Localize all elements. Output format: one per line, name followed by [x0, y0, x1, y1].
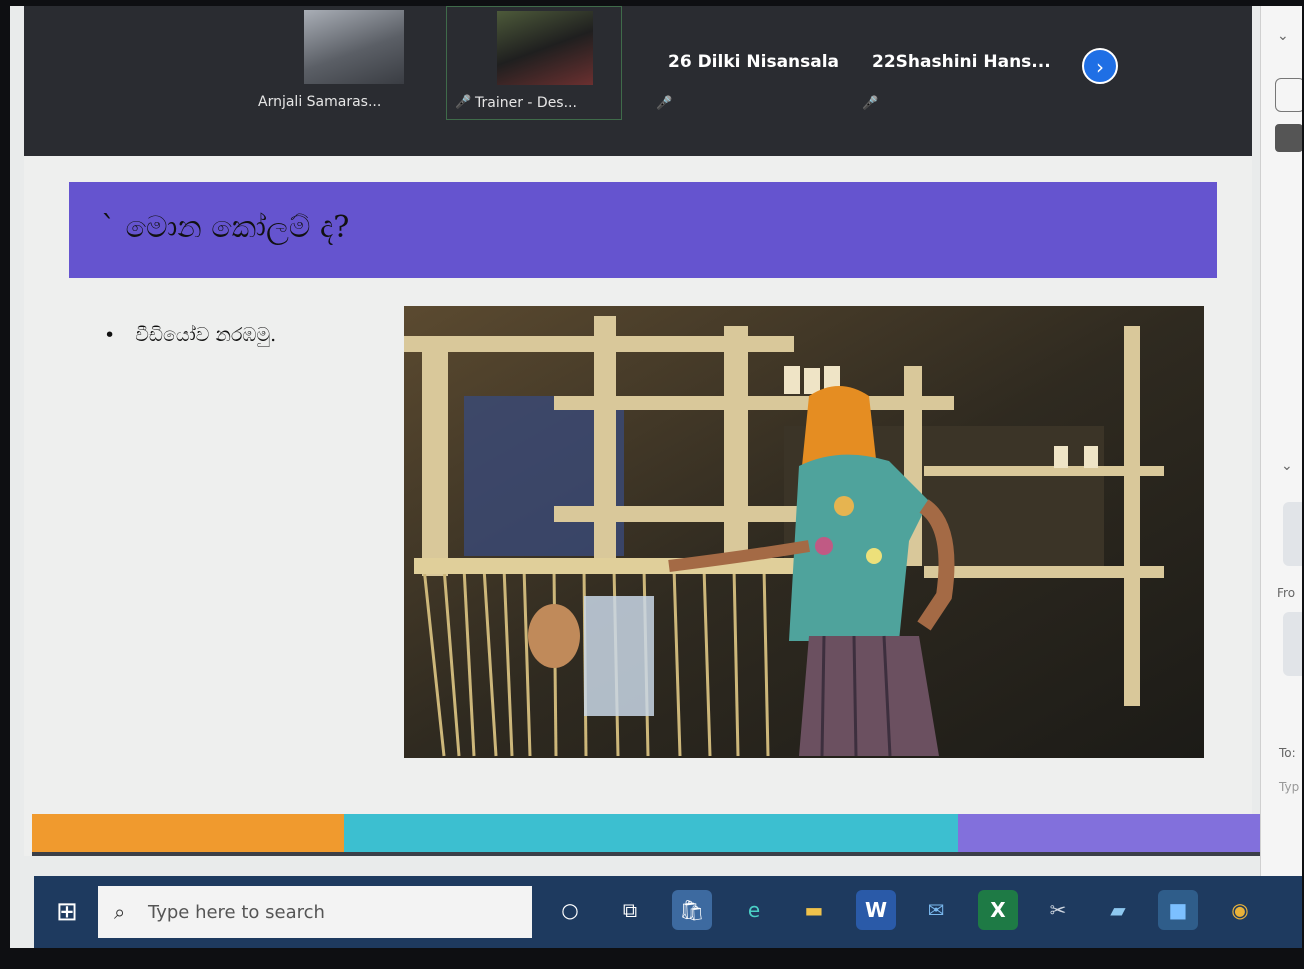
participant-name: Arnjali Samaras...: [258, 94, 382, 110]
windows-start-icon[interactable]: ⊞: [56, 898, 84, 926]
chevron-right-icon: ›: [1096, 55, 1104, 79]
mail-icon[interactable]: ✉: [916, 890, 956, 930]
taskbar-search-box[interactable]: ⌕ Type here to search: [98, 886, 532, 938]
participant-tile[interactable]: 22Shashini Hans... 🎤: [858, 6, 1051, 118]
snipping-tool-icon[interactable]: ✂: [1038, 890, 1078, 930]
muted-mic-icon: 🎤: [455, 95, 472, 110]
excel-icon[interactable]: X: [978, 890, 1018, 930]
participant-tile[interactable]: 🎤 Trainer - Des...: [446, 6, 622, 120]
slide-bullet: වීඩියෝව නරඹමු.: [104, 324, 276, 346]
zoom-icon[interactable]: ■: [1158, 890, 1198, 930]
orange-bar: [32, 814, 344, 852]
chevron-down-icon[interactable]: ⌄: [1281, 458, 1293, 474]
chat-bubble: [1283, 612, 1302, 676]
slide-title-banner: ` මොන කෝලම් ද?: [69, 182, 1217, 278]
search-icon: ⌕: [114, 900, 126, 924]
task-view-icon[interactable]: ⧉: [610, 890, 650, 930]
weaving-photo-illustration: [404, 306, 1204, 758]
next-participants-button[interactable]: ›: [1082, 48, 1118, 84]
slide-bottom-edge: [32, 852, 1260, 856]
chrome-icon[interactable]: ◉: [1220, 890, 1260, 930]
participant-video: [304, 10, 404, 84]
participant-name: Trainer - Des...: [475, 95, 577, 111]
chat-panel: ⌄ ⌄ Fro To: Typ: [1260, 6, 1302, 876]
windows-taskbar: ⊞ ⌕ Type here to search ○ ⧉ 🛍 e ▬ W ✉ X …: [34, 876, 1302, 948]
from-label: Fro: [1277, 586, 1296, 600]
cortana-circle-icon[interactable]: ○: [550, 890, 590, 930]
participant-strip: Arnjali Samaras... 🎤 Trainer - Des... 26…: [24, 6, 1252, 156]
app-icon[interactable]: ▰: [1098, 890, 1138, 930]
participant-name: 22Shashini Hans...: [872, 52, 1051, 72]
muted-mic-icon: 🎤: [656, 96, 673, 111]
search-placeholder: Type here to search: [148, 902, 325, 923]
participant-name: 26 Dilki Nisansala: [668, 52, 840, 72]
participant-tile[interactable]: Arnjali Samaras...: [258, 6, 406, 118]
chevron-down-icon[interactable]: ⌄: [1277, 28, 1289, 44]
muted-mic-icon: 🎤: [862, 96, 879, 111]
shared-slide: ` මොන කෝලම් ද? වීඩියෝව නරඹමු.: [24, 156, 1260, 856]
edge-icon[interactable]: e: [734, 890, 774, 930]
search-icon[interactable]: [1275, 78, 1302, 112]
chat-bubble: [1283, 502, 1302, 566]
microsoft-store-icon[interactable]: 🛍: [672, 890, 712, 930]
file-explorer-icon[interactable]: ▬: [794, 890, 834, 930]
purple-bar: [958, 814, 1260, 852]
participant-tile[interactable]: 26 Dilki Nisansala 🎤: [656, 6, 842, 118]
chat-input[interactable]: Typ: [1279, 780, 1299, 794]
monitor-screen: Arnjali Samaras... 🎤 Trainer - Des... 26…: [10, 6, 1302, 948]
teal-bar: [344, 814, 958, 852]
participant-video: [497, 11, 593, 85]
word-icon[interactable]: W: [856, 890, 896, 930]
slide-title: ` මොන කෝලම් ද?: [101, 210, 350, 245]
slide-photo: [404, 306, 1204, 758]
avatar: [1275, 124, 1302, 152]
slide-decorative-bar: [32, 814, 1260, 852]
to-label: To:: [1279, 746, 1296, 760]
